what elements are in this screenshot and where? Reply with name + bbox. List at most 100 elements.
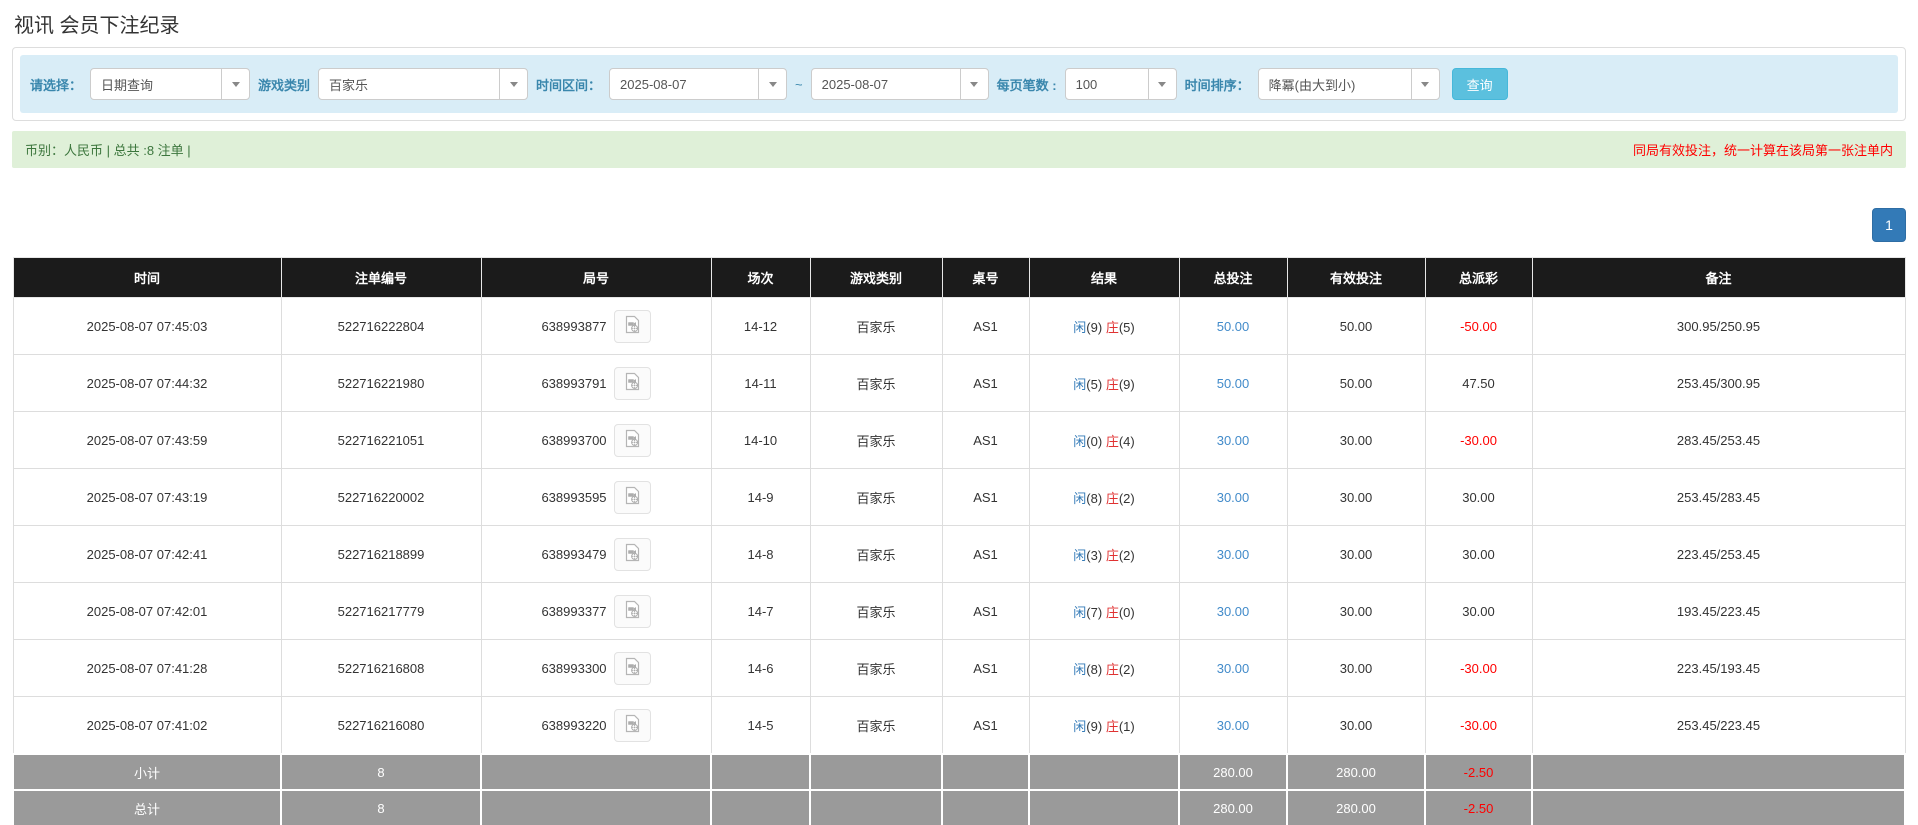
cell-table-no: AS1 <box>942 355 1029 412</box>
date-from-select[interactable]: 2025-08-07 <box>609 68 787 100</box>
total-bet-link[interactable]: 50.00 <box>1217 319 1250 334</box>
cell-table-no: AS1 <box>942 526 1029 583</box>
total-bet-link[interactable]: 30.00 <box>1217 604 1250 619</box>
result-player-count: (9) <box>1086 719 1102 734</box>
query-type-select-value: 日期查询 <box>91 75 153 94</box>
cell-time: 2025-08-07 07:44:32 <box>13 355 281 412</box>
col-header-7: 总投注 <box>1179 258 1287 298</box>
page-size-select[interactable]: 100 <box>1065 68 1177 100</box>
cell-valid-bet: 30.00 <box>1287 412 1425 469</box>
round-number: 638993220 <box>541 718 606 733</box>
time-sort-select[interactable]: 降冪(由大到小) <box>1258 68 1440 100</box>
video-replay-button[interactable] <box>614 481 651 514</box>
game-type-select-value: 百家乐 <box>319 75 368 94</box>
subtotal-row: 小计8280.00280.00-2.50 <box>13 754 1905 790</box>
cell-session: 14-11 <box>711 355 810 412</box>
cell-valid-bet: 50.00 <box>1287 298 1425 355</box>
cell-table-no: AS1 <box>942 583 1029 640</box>
same-round-notice-text: 同局有效投注，统一计算在该局第一张注单内 <box>1633 140 1893 159</box>
cell-time: 2025-08-07 07:41:02 <box>13 697 281 755</box>
result-banker: 庄 <box>1106 548 1119 563</box>
cell-payout: 30.00 <box>1425 469 1532 526</box>
cell-round-id: 638993791 <box>481 355 711 412</box>
empty-cell <box>481 790 711 825</box>
summary-info-bar: 币别：人民币 | 总共 :8 注单 | 同局有效投注，统一计算在该局第一张注单内 <box>12 131 1906 168</box>
cell-bet-id: 522716216080 <box>281 697 481 755</box>
result-banker-count: (2) <box>1119 548 1135 563</box>
empty-cell <box>942 790 1029 825</box>
total-bet-link[interactable]: 30.00 <box>1217 718 1250 733</box>
cell-valid-bet: 50.00 <box>1287 355 1425 412</box>
result-banker: 庄 <box>1106 605 1119 620</box>
result-player-count: (8) <box>1086 662 1102 677</box>
empty-cell <box>1029 754 1179 790</box>
col-header-4: 游戏类别 <box>810 258 942 298</box>
cell-game-type: 百家乐 <box>810 412 942 469</box>
round-number: 638993300 <box>541 661 606 676</box>
page-container: 视讯 会员下注纪录 请选择： 日期查询 游戏类别 百家乐 时间区间： 2025-… <box>0 9 1918 825</box>
cell-remark: 223.45/193.45 <box>1532 640 1905 697</box>
subtotal-payout: -2.50 <box>1425 754 1532 790</box>
video-replay-button[interactable] <box>614 652 651 685</box>
cell-result: 闲(3) 庄(2) <box>1029 526 1179 583</box>
page-1-button[interactable]: 1 <box>1872 208 1906 242</box>
result-banker-count: (2) <box>1119 491 1135 506</box>
empty-cell <box>810 790 942 825</box>
subtotal-count: 8 <box>281 754 481 790</box>
cell-round-id: 638993220 <box>481 697 711 755</box>
query-button[interactable]: 查询 <box>1452 68 1508 100</box>
cell-result: 闲(7) 庄(0) <box>1029 583 1179 640</box>
table-body: 2025-08-07 07:45:03522716222804638993877… <box>13 298 1905 825</box>
video-replay-button[interactable] <box>614 709 651 742</box>
result-banker: 庄 <box>1106 719 1119 734</box>
video-replay-button[interactable] <box>614 367 651 400</box>
video-file-icon <box>623 372 642 394</box>
video-replay-button[interactable] <box>614 538 651 571</box>
col-header-9: 总派彩 <box>1425 258 1532 298</box>
cell-total-bet: 50.00 <box>1179 298 1287 355</box>
game-type-select[interactable]: 百家乐 <box>318 68 528 100</box>
cell-bet-id: 522716217779 <box>281 583 481 640</box>
round-number: 638993479 <box>541 547 606 562</box>
col-header-2: 局号 <box>481 258 711 298</box>
cell-result: 闲(0) 庄(4) <box>1029 412 1179 469</box>
cell-bet-id: 522716221051 <box>281 412 481 469</box>
empty-cell <box>711 754 810 790</box>
total-label: 总计 <box>13 790 281 825</box>
video-replay-button[interactable] <box>614 310 651 343</box>
result-banker-count: (9) <box>1119 377 1135 392</box>
cell-total-bet: 30.00 <box>1179 526 1287 583</box>
total-bet-link[interactable]: 30.00 <box>1217 661 1250 676</box>
table-head: 时间注单编号局号场次游戏类别桌号结果总投注有效投注总派彩备注 <box>13 258 1905 298</box>
cell-round-id: 638993377 <box>481 583 711 640</box>
total-bet-link[interactable]: 30.00 <box>1217 433 1250 448</box>
cell-total-bet: 30.00 <box>1179 583 1287 640</box>
cell-payout: 30.00 <box>1425 583 1532 640</box>
cell-bet-id: 522716221980 <box>281 355 481 412</box>
total-bet-link[interactable]: 30.00 <box>1217 490 1250 505</box>
cell-game-type: 百家乐 <box>810 583 942 640</box>
video-replay-button[interactable] <box>614 424 651 457</box>
date-to-value: 2025-08-07 <box>812 77 889 92</box>
date-to-select[interactable]: 2025-08-07 <box>811 68 989 100</box>
query-type-select[interactable]: 日期查询 <box>90 68 250 100</box>
cell-payout: 30.00 <box>1425 526 1532 583</box>
result-player-count: (8) <box>1086 491 1102 506</box>
page-title: 视讯 会员下注纪录 <box>14 9 1906 38</box>
cell-valid-bet: 30.00 <box>1287 697 1425 755</box>
cell-game-type: 百家乐 <box>810 640 942 697</box>
cell-valid-bet: 30.00 <box>1287 469 1425 526</box>
video-replay-button[interactable] <box>614 595 651 628</box>
total-bet-link[interactable]: 30.00 <box>1217 547 1250 562</box>
total-bet-link[interactable]: 50.00 <box>1217 376 1250 391</box>
table-header-row: 时间注单编号局号场次游戏类别桌号结果总投注有效投注总派彩备注 <box>13 258 1905 298</box>
filter-panel: 请选择： 日期查询 游戏类别 百家乐 时间区间： 2025-08-07 ~ 20… <box>12 47 1906 121</box>
cell-round-id: 638993700 <box>481 412 711 469</box>
cell-table-no: AS1 <box>942 469 1029 526</box>
cell-payout: -30.00 <box>1425 412 1532 469</box>
video-file-icon <box>623 429 642 451</box>
result-banker-count: (4) <box>1119 434 1135 449</box>
empty-cell <box>1532 790 1905 825</box>
cell-bet-id: 522716218899 <box>281 526 481 583</box>
page-size-value: 100 <box>1066 77 1098 92</box>
